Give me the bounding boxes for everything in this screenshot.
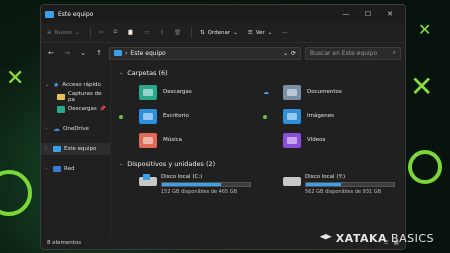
folder-item[interactable]: Imágenes	[263, 106, 397, 126]
chevron-down-icon: ⌄	[75, 29, 80, 36]
desktop-folder-icon	[139, 108, 157, 124]
drives-group-header[interactable]: ⌄ Dispositivos y unidades (2)	[119, 158, 397, 170]
system-drive-icon	[139, 174, 157, 188]
refresh-icon[interactable]: ⟳	[291, 50, 296, 57]
decorative-ring	[408, 150, 442, 184]
cloud-icon: ☁	[53, 125, 60, 133]
music-folder-icon	[139, 132, 157, 148]
more-options-button[interactable]: ···	[282, 30, 287, 36]
watermark-logo: XATAKA BASICS	[319, 232, 434, 245]
cloud-status-icon: ☁	[263, 89, 269, 96]
pin-icon: 📌	[99, 106, 106, 112]
sidebar-item-network[interactable]: › Red	[41, 163, 110, 175]
sync-status-icon	[263, 115, 267, 119]
downloads-folder-icon	[139, 84, 157, 100]
folder-icon	[57, 94, 65, 100]
mortarboard-icon	[319, 234, 332, 240]
decorative-cross: ✕	[6, 66, 25, 91]
view-button[interactable]: ☰ Ver ⌄	[248, 30, 273, 36]
title-bar: Este equipo — ☐ ✕	[41, 5, 405, 23]
computer-icon	[45, 10, 54, 18]
chevron-down-icon[interactable]: ⌄	[283, 50, 288, 57]
window-title: Este equipo	[58, 10, 94, 18]
drives-grid: Disco local (C:) 152 GB disponibles de 4…	[119, 174, 397, 195]
minimize-icon[interactable]: —	[335, 10, 357, 18]
downloads-icon	[57, 105, 65, 113]
chevron-right-icon[interactable]: ›	[45, 166, 50, 172]
sort-button[interactable]: ⇅ Ordenar ⌄	[200, 30, 238, 36]
address-row: ← → ⌄ ↑ › Este equipo ⌄ ⟳ Buscar en Este…	[41, 43, 405, 63]
drive-usage-fill	[162, 183, 221, 186]
maximize-icon[interactable]: ☐	[357, 10, 379, 18]
up-arrow-icon[interactable]: ↑	[93, 49, 105, 57]
folder-item[interactable]: ☁ Documentos	[263, 82, 397, 102]
chevron-down-icon: ⌄	[119, 161, 124, 167]
search-input[interactable]: Buscar en Este equipo ⌕	[305, 46, 401, 60]
decorative-cross: ✕	[418, 20, 432, 39]
sidebar-item-quick-access[interactable]: ⌄ ★ Acceso rápido	[41, 79, 110, 91]
sort-icon: ⇅	[200, 29, 205, 36]
drive-usage-bar	[305, 182, 395, 187]
back-arrow-icon[interactable]: ←	[45, 49, 57, 57]
chevron-down-icon: ⌄	[267, 29, 273, 36]
main-area: ⌄ ★ Acceso rápido Capturas de pa Descarg…	[41, 63, 405, 237]
plus-icon: ⊕	[47, 29, 52, 36]
command-bar: ⊕ Nuevo ⌄ ✂ ⧉ 📋 ▭ ⇪ 🗑 ⇅ Ordenar ⌄ ☰ Ver ⌄ ···	[41, 23, 405, 43]
folder-item[interactable]: Descargas	[119, 82, 253, 102]
address-bar[interactable]: › Este equipo ⌄ ⟳	[109, 46, 301, 60]
share-icon[interactable]: ⇪	[159, 30, 164, 36]
documents-folder-icon	[283, 84, 301, 100]
breadcrumb-chevron-icon: ›	[125, 49, 128, 57]
drive-usage-bar	[161, 182, 251, 187]
search-icon: ⌕	[392, 49, 396, 56]
folder-item[interactable]: Música	[119, 130, 253, 150]
item-count: 8 elementos	[47, 240, 82, 246]
navigation-pane: ⌄ ★ Acceso rápido Capturas de pa Descarg…	[41, 63, 111, 237]
chevron-down-icon: ⌄	[233, 29, 238, 36]
videos-folder-icon	[283, 132, 301, 148]
chevron-down-icon[interactable]: ⌄	[45, 82, 50, 88]
recent-chevron-icon[interactable]: ⌄	[77, 49, 89, 57]
chevron-down-icon: ⌄	[119, 70, 124, 76]
chevron-right-icon[interactable]: ›	[45, 146, 50, 152]
sync-status-icon	[119, 115, 123, 119]
star-icon: ★	[53, 81, 60, 89]
divider	[191, 27, 193, 38]
sidebar-item-capturas[interactable]: Capturas de pa	[41, 91, 110, 103]
folders-group-header[interactable]: ⌄ Carpetas (6)	[119, 67, 397, 79]
close-icon[interactable]: ✕	[379, 10, 401, 18]
delete-icon[interactable]: 🗑	[174, 30, 181, 36]
drive-usage-fill	[306, 183, 342, 186]
pictures-folder-icon	[283, 108, 301, 124]
folder-item[interactable]: Vídeos	[263, 130, 397, 150]
sidebar-item-this-pc[interactable]: › Este equipo	[41, 143, 110, 155]
new-button[interactable]: ⊕ Nuevo ⌄	[47, 30, 80, 36]
view-icon: ☰	[247, 29, 253, 36]
folder-item[interactable]: Escritorio	[119, 106, 253, 126]
disk-drive-icon	[283, 174, 301, 188]
forward-arrow-icon[interactable]: →	[61, 49, 73, 57]
file-explorer-window: Este equipo — ☐ ✕ ⊕ Nuevo ⌄ ✂ ⧉ 📋 ▭ ⇪ 🗑 ⇅ O…	[40, 4, 406, 250]
computer-icon	[53, 146, 61, 152]
rename-icon[interactable]: ▭	[144, 30, 149, 36]
breadcrumb: Este equipo	[130, 49, 166, 57]
divider	[89, 27, 91, 38]
drive-item[interactable]: Disco local (C:) 152 GB disponibles de 4…	[119, 174, 253, 195]
drive-item[interactable]: Disco local (Y:) 562 GB disponibles de 9…	[263, 174, 397, 195]
folders-grid: Descargas ☁ Documentos Escritorio Imágen…	[119, 82, 397, 150]
cut-icon[interactable]: ✂	[99, 30, 104, 36]
paste-icon[interactable]: 📋	[127, 30, 134, 36]
decorative-cross: ✕	[410, 70, 434, 103]
sidebar-item-descargas[interactable]: Descargas 📌	[41, 103, 110, 115]
network-icon	[53, 166, 61, 172]
computer-icon	[114, 50, 122, 56]
content-pane: ⌄ Carpetas (6) Descargas ☁ Documentos Es…	[111, 63, 405, 237]
chevron-right-icon[interactable]: ›	[45, 126, 50, 132]
copy-icon[interactable]: ⧉	[113, 29, 117, 36]
sidebar-item-onedrive[interactable]: › ☁ OneDrive	[41, 123, 110, 135]
